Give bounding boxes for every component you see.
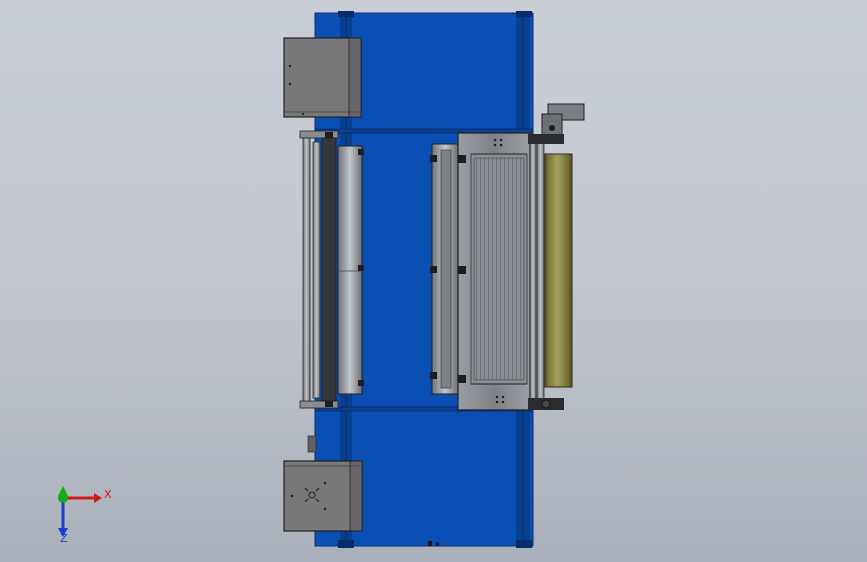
x-axis-arrow (63, 493, 102, 503)
machine-top-view (58, 11, 585, 548)
olive-coating-roller (544, 153, 573, 388)
cad-viewport[interactable]: X Z (0, 0, 867, 562)
print-carriage (457, 132, 531, 411)
top-motor-housing (283, 37, 362, 118)
axis-triad (58, 486, 102, 537)
center-bracket-panel (430, 143, 459, 395)
right-roller-assembly (529, 137, 545, 405)
x-axis-label: X (104, 488, 112, 501)
z-axis-label: Z (60, 532, 68, 545)
bottom-motor-housing (283, 460, 363, 532)
left-roller-assembly (299, 130, 364, 409)
y-axis-marker (58, 486, 68, 503)
